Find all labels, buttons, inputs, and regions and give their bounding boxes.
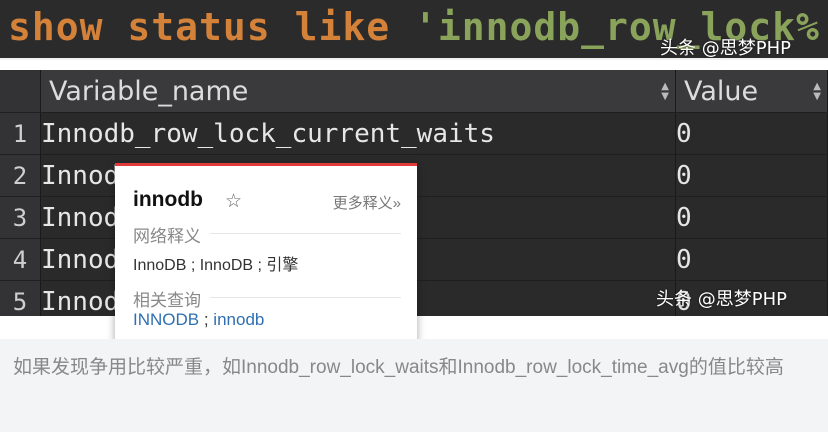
value-cell[interactable]: 0 (675, 238, 828, 281)
keyword-like: like (294, 5, 391, 49)
dictionary-popup: innodb ☆ 更多释义» 网络释义 InnoDB ; InnoDB ; 引擎… (115, 163, 417, 346)
caption-text: 如果发现争用比较严重，如Innodb_row_lock_waits和Innodb… (13, 357, 784, 378)
row-number: 5 (0, 280, 41, 316)
more-meanings-link[interactable]: 更多释义» (333, 192, 401, 213)
watermark-table: 头条 @思梦PHP (656, 289, 787, 310)
web-meaning-heading: 网络释义 (133, 227, 201, 246)
row-number-header (0, 70, 41, 113)
sort-icon[interactable]: ▲ ▼ (661, 81, 669, 102)
table-row[interactable]: 1 Innodb_row_lock_current_waits 0 (0, 112, 828, 155)
row-number: 1 (0, 112, 41, 155)
related-link-lowercase[interactable]: innodb (213, 310, 264, 329)
column-header-variable-name[interactable]: Variable_name ▲ ▼ (40, 70, 676, 113)
divider (0, 58, 828, 60)
popup-word: innodb (133, 188, 203, 211)
related-link-uppercase[interactable]: INNODB (133, 310, 199, 329)
column-header-label: Value (684, 75, 759, 107)
value-cell[interactable]: 0 (675, 154, 828, 197)
sql-code-banner: show status like 'innodb_row_lock%'; 头条 … (0, 0, 828, 60)
sort-icon[interactable]: ▲ ▼ (813, 81, 821, 102)
variable-name-cell[interactable]: Innodb_row_lock_current_waits (40, 112, 676, 155)
row-number: 4 (0, 238, 41, 281)
row-number: 3 (0, 196, 41, 239)
table-header-row: Variable_name ▲ ▼ Value ▲ ▼ (0, 70, 828, 113)
star-icon[interactable]: ☆ (225, 190, 242, 213)
value-cell[interactable]: 0 (675, 196, 828, 239)
value-cell[interactable]: 0 (675, 112, 828, 155)
keyword-status: status (127, 5, 271, 49)
keyword-show: show (8, 5, 104, 49)
watermark-top: 头条 @思梦PHP (660, 38, 791, 59)
section-divider (210, 233, 401, 234)
column-header-label: Variable_name (49, 75, 249, 107)
related-search-list: INNODB ; innodb (133, 310, 264, 330)
related-search-heading: 相关查询 (133, 291, 201, 310)
column-header-value[interactable]: Value ▲ ▼ (675, 70, 828, 113)
caption-box: 如果发现争用比较严重，如Innodb_row_lock_waits和Innodb… (0, 339, 828, 432)
related-separator: ; (199, 310, 214, 329)
row-number: 2 (0, 154, 41, 197)
section-divider (210, 297, 401, 298)
web-meaning-text: InnoDB ; InnoDB ; 引擎 (133, 257, 299, 274)
